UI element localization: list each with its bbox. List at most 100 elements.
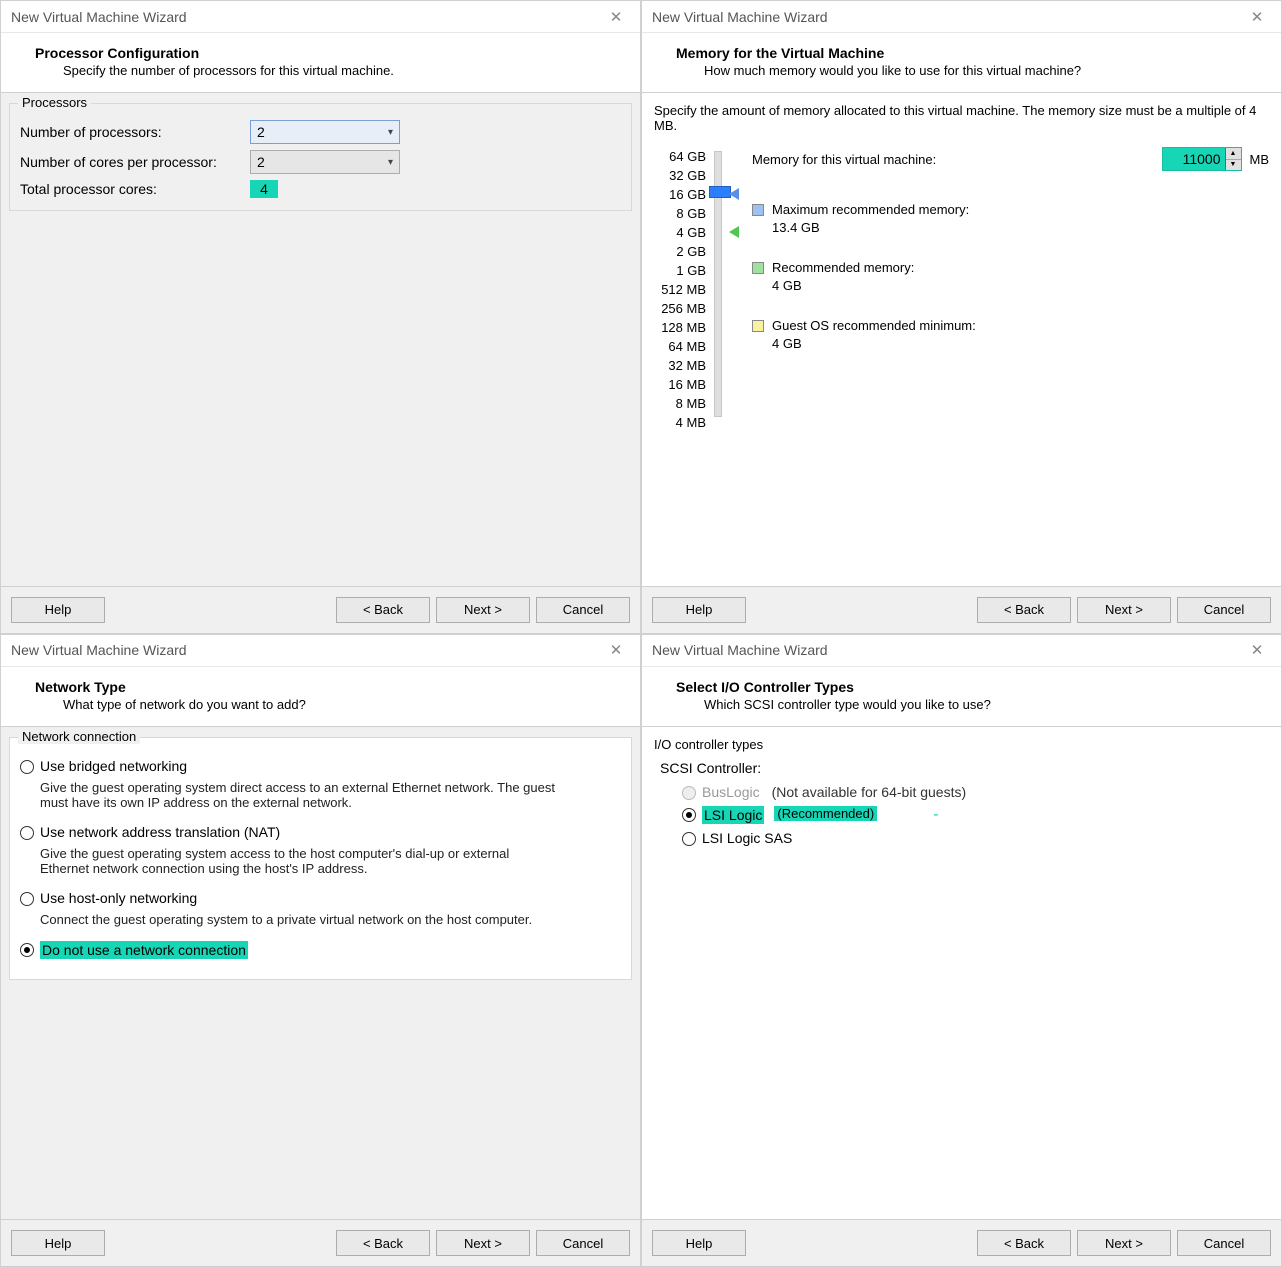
close-icon[interactable]: ✕: [1243, 8, 1271, 26]
body: Network connection Use bridged networkin…: [1, 727, 640, 1220]
help-button[interactable]: Help: [652, 597, 746, 623]
spin-down-icon[interactable]: ▼: [1226, 160, 1241, 171]
legend-square-blue-icon: [752, 204, 764, 216]
network-opt-nat-desc: Give the guest operating system access t…: [40, 846, 560, 876]
chevron-down-icon: ▾: [388, 127, 393, 138]
min-memory-value: 4 GB: [772, 335, 976, 353]
back-button[interactable]: < Back: [977, 1230, 1071, 1256]
memory-description: Specify the amount of memory allocated t…: [654, 103, 1269, 133]
network-opt-hostonly-label: Use host-only networking: [40, 890, 197, 906]
memory-tick: 8 GB: [654, 204, 706, 223]
cancel-button[interactable]: Cancel: [1177, 597, 1271, 623]
io-opt-lsilogic-label: LSI Logic: [702, 806, 764, 824]
memory-tick: 8 MB: [654, 394, 706, 413]
cores-per-proc-dropdown[interactable]: 2 ▾: [250, 150, 400, 174]
help-button[interactable]: Help: [11, 1230, 105, 1256]
memory-tick: 4 GB: [654, 223, 706, 242]
group-legend: Network connection: [18, 729, 140, 744]
network-opt-bridged[interactable]: Use bridged networking: [20, 758, 621, 774]
processors-group: Processors Number of processors: 2 ▾ Num…: [9, 103, 632, 211]
titlebar: New Virtual Machine Wizard ✕: [1, 1, 640, 33]
close-icon[interactable]: ✕: [1243, 641, 1271, 659]
close-icon[interactable]: ✕: [602, 641, 630, 659]
radio-icon[interactable]: [20, 760, 34, 774]
memory-tick: 512 MB: [654, 280, 706, 299]
io-opt-buslogic: BusLogic (Not available for 64-bit guest…: [682, 784, 1269, 800]
network-opt-nat[interactable]: Use network address translation (NAT): [20, 824, 621, 840]
num-processors-label: Number of processors:: [20, 124, 250, 140]
help-button[interactable]: Help: [652, 1230, 746, 1256]
footer: Help < Back Next > Cancel: [642, 586, 1281, 633]
close-icon[interactable]: ✕: [602, 8, 630, 26]
scsi-controller-label: SCSI Controller:: [660, 760, 1269, 776]
network-wizard-pane: New Virtual Machine Wizard ✕ Network Typ…: [0, 634, 641, 1267]
memory-wizard-pane: New Virtual Machine Wizard ✕ Memory for …: [641, 0, 1282, 634]
body: Processors Number of processors: 2 ▾ Num…: [1, 93, 640, 586]
group-legend: Processors: [18, 95, 91, 110]
memory-tick: 64 MB: [654, 337, 706, 356]
back-button[interactable]: < Back: [336, 1230, 430, 1256]
next-button[interactable]: Next >: [1077, 597, 1171, 623]
titlebar: New Virtual Machine Wizard ✕: [642, 1, 1281, 33]
processor-wizard-pane: New Virtual Machine Wizard ✕ Processor C…: [0, 0, 641, 634]
memory-tick: 16 MB: [654, 375, 706, 394]
network-opt-bridged-label: Use bridged networking: [40, 758, 187, 774]
radio-icon[interactable]: [20, 892, 34, 906]
memory-input[interactable]: [1163, 148, 1225, 170]
footer: Help < Back Next > Cancel: [642, 1219, 1281, 1266]
header: Processor Configuration Specify the numb…: [1, 33, 640, 93]
radio-icon[interactable]: [682, 832, 696, 846]
window-title: New Virtual Machine Wizard: [11, 9, 187, 25]
window-title: New Virtual Machine Wizard: [652, 9, 828, 25]
memory-tick: 128 MB: [654, 318, 706, 337]
footer: Help < Back Next > Cancel: [1, 586, 640, 633]
network-opt-hostonly[interactable]: Use host-only networking: [20, 890, 621, 906]
memory-spinner[interactable]: ▲ ▼: [1162, 147, 1242, 171]
num-processors-dropdown[interactable]: 2 ▾: [250, 120, 400, 144]
spin-up-icon[interactable]: ▲: [1226, 148, 1241, 160]
num-processors-value: 2: [257, 124, 265, 140]
rec-memory-label: Recommended memory:: [772, 259, 914, 277]
cancel-button[interactable]: Cancel: [1177, 1230, 1271, 1256]
radio-icon: [682, 786, 696, 800]
next-button[interactable]: Next >: [436, 597, 530, 623]
help-button[interactable]: Help: [11, 597, 105, 623]
network-opt-nat-label: Use network address translation (NAT): [40, 824, 280, 840]
io-wizard-pane: New Virtual Machine Wizard ✕ Select I/O …: [641, 634, 1282, 1267]
min-memory-label: Guest OS recommended minimum:: [772, 317, 976, 335]
memory-tick: 64 GB: [654, 147, 706, 166]
marker-max-icon: [729, 188, 739, 200]
back-button[interactable]: < Back: [977, 597, 1071, 623]
network-opt-none[interactable]: Do not use a network connection: [20, 941, 621, 959]
cancel-button[interactable]: Cancel: [536, 597, 630, 623]
memory-tick: 32 MB: [654, 356, 706, 375]
memory-tick: 1 GB: [654, 261, 706, 280]
cancel-button[interactable]: Cancel: [536, 1230, 630, 1256]
next-button[interactable]: Next >: [436, 1230, 530, 1256]
radio-icon[interactable]: [20, 943, 34, 957]
page-subtitle: How much memory would you like to use fo…: [704, 63, 1263, 78]
page-subtitle: Specify the number of processors for thi…: [63, 63, 622, 78]
memory-input-label: Memory for this virtual machine:: [752, 152, 936, 167]
back-button[interactable]: < Back: [336, 597, 430, 623]
header: Memory for the Virtual Machine How much …: [642, 33, 1281, 93]
page-title: Processor Configuration: [35, 45, 622, 61]
page-subtitle: What type of network do you want to add?: [63, 697, 622, 712]
cores-per-proc-label: Number of cores per processor:: [20, 154, 250, 170]
memory-slider[interactable]: [714, 151, 722, 417]
next-button[interactable]: Next >: [1077, 1230, 1171, 1256]
io-opt-lsilogic[interactable]: LSI Logic (Recommended) -: [682, 806, 1269, 824]
io-opt-lsisas-label: LSI Logic SAS: [702, 830, 792, 846]
header: Select I/O Controller Types Which SCSI c…: [642, 667, 1281, 727]
memory-slider-thumb[interactable]: [709, 186, 731, 198]
memory-tick: 32 GB: [654, 166, 706, 185]
radio-icon[interactable]: [682, 808, 696, 822]
memory-spin-buttons[interactable]: ▲ ▼: [1225, 148, 1241, 170]
radio-icon[interactable]: [20, 826, 34, 840]
network-opt-none-label: Do not use a network connection: [40, 941, 248, 959]
io-opt-lsisas[interactable]: LSI Logic SAS: [682, 830, 1269, 846]
page-title: Memory for the Virtual Machine: [676, 45, 1263, 61]
memory-slider-area: 64 GB32 GB16 GB8 GB4 GB2 GB1 GB512 MB256…: [654, 147, 722, 432]
memory-tick: 4 MB: [654, 413, 706, 432]
window-title: New Virtual Machine Wizard: [652, 642, 828, 658]
